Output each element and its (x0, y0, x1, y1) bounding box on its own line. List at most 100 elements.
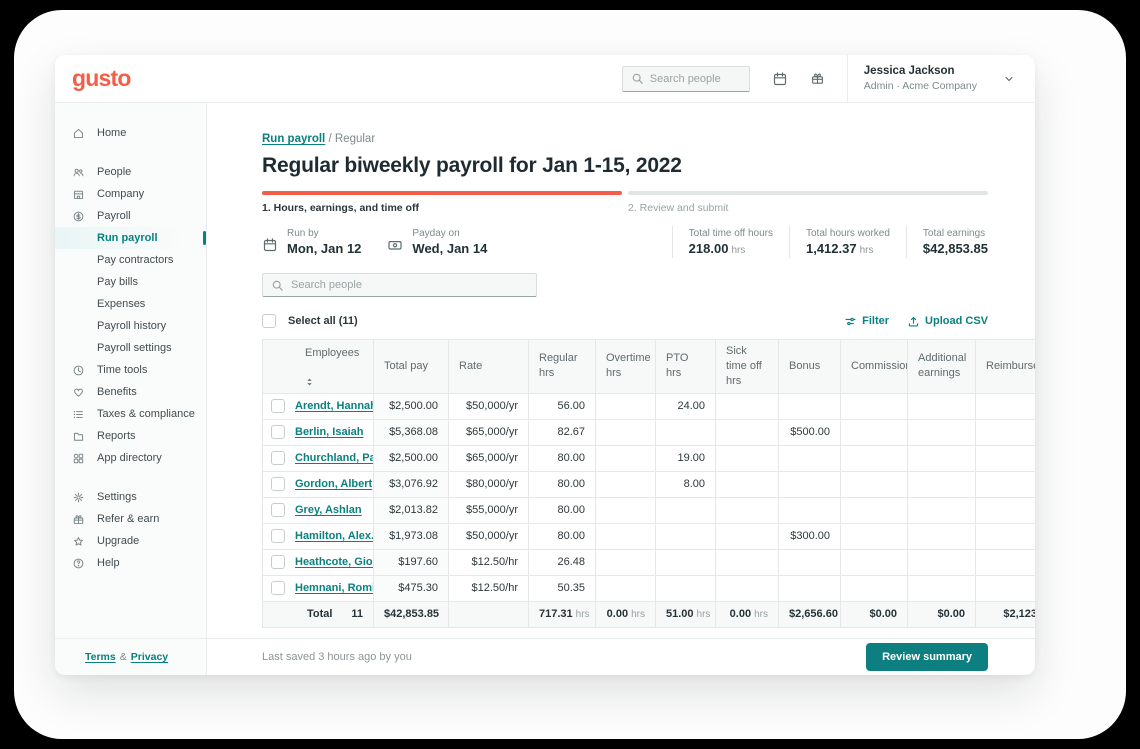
gift-icon[interactable] (810, 71, 825, 86)
sidebar: Home PeopleCompanyPayrollRun payrollPay c… (55, 103, 207, 638)
table-cell (908, 575, 976, 601)
column-header-bonus: Bonus (779, 340, 841, 394)
total-value: $2,656.60 (789, 608, 838, 620)
sidebar-item-label: Time tools (97, 364, 147, 376)
run-by-label: Run by (287, 228, 361, 239)
employee-link[interactable]: Arendt, Hannah (295, 400, 374, 412)
table-cell (716, 419, 779, 445)
table-cell: $12.50/hr (449, 575, 529, 601)
row-checkbox[interactable] (271, 581, 285, 595)
table-cell (596, 497, 656, 523)
table-header-row: EmployeesTotal payRateRegular hrsOvertim… (263, 340, 1036, 394)
table-cell (596, 471, 656, 497)
total-cell: $0.00 (841, 601, 908, 627)
sidebar-item-app-directory[interactable]: App directory (55, 447, 206, 469)
sidebar-item-benefits[interactable]: Benefits (55, 381, 206, 403)
employee-cell: Churchland, Pa... (263, 445, 374, 471)
sidebar-item-label: Home (97, 127, 126, 139)
table-row: Churchland, Pa...$2,500.00$65,000/yr80.0… (263, 445, 1036, 471)
row-checkbox[interactable] (271, 555, 285, 569)
table-total-row: Total11$42,853.85717.31hrs0.00hrs51.00hr… (263, 601, 1036, 627)
column-header-employees[interactable]: Employees (263, 340, 374, 394)
select-all-checkbox[interactable] (262, 314, 276, 328)
sidebar-item-help[interactable]: Help (55, 552, 206, 574)
table-cell: 19.00 (656, 445, 716, 471)
reports-icon (72, 429, 85, 444)
people-search[interactable] (262, 273, 537, 297)
column-header-label: Employees (305, 347, 359, 359)
sidebar-item-label: App directory (97, 452, 162, 464)
sidebar-item-upgrade[interactable]: Upgrade (55, 530, 206, 552)
sort-icon[interactable] (305, 377, 363, 387)
sidebar-item-pay-bills[interactable]: Pay bills (55, 271, 206, 293)
sidebar-item-expenses[interactable]: Expenses (55, 293, 206, 315)
sidebar-item-label: Help (97, 557, 120, 569)
filter-button[interactable]: Filter (844, 315, 889, 328)
sidebar-item-taxes-compliance[interactable]: Taxes & compliance (55, 403, 206, 425)
upload-csv-button[interactable]: Upload CSV (907, 315, 988, 328)
table-row: Hamilton, Alex...$1,973.08$50,000/yr80.0… (263, 523, 1036, 549)
employee-link[interactable]: Berlin, Isaiah (295, 426, 363, 438)
row-checkbox[interactable] (271, 477, 285, 491)
sidebar-item-reports[interactable]: Reports (55, 425, 206, 447)
row-checkbox[interactable] (271, 529, 285, 543)
global-search[interactable] (622, 66, 750, 92)
column-header-label: Bonus (789, 360, 820, 372)
sidebar-item-people[interactable]: People (55, 161, 206, 183)
total-cell: $42,853.85 (374, 601, 449, 627)
total-cell: $0.00 (908, 601, 976, 627)
calendar-icon[interactable] (772, 71, 788, 87)
employee-link[interactable]: Hemnani, Romil (295, 582, 374, 594)
row-checkbox[interactable] (271, 451, 285, 465)
column-header-commission: Commission (841, 340, 908, 394)
total-cell: $2,656.60 (779, 601, 841, 627)
stat-label: Total time off hours (689, 228, 773, 239)
terms-link[interactable]: Terms (85, 651, 116, 663)
sidebar-item-label: Reports (97, 430, 136, 442)
sidebar-item-company[interactable]: Company (55, 183, 206, 205)
table-cell: $475.30 (374, 575, 449, 601)
row-checkbox[interactable] (271, 399, 285, 413)
table-cell: 56.00 (529, 393, 596, 419)
stat-value: 218.00hrs (689, 241, 773, 256)
stat-block-2: Total earnings$42,853.85 (906, 226, 988, 258)
employee-link[interactable]: Hamilton, Alex... (295, 530, 374, 542)
table-cell (779, 549, 841, 575)
run-by-value: Mon, Jan 12 (287, 241, 361, 256)
sidebar-item-run-payroll[interactable]: Run payroll (55, 227, 206, 249)
sidebar-item-payroll-history[interactable]: Payroll history (55, 315, 206, 337)
total-cell (449, 601, 529, 627)
employee-link[interactable]: Grey, Ashlan (295, 504, 362, 516)
sidebar-item-time-tools[interactable]: Time tools (55, 359, 206, 381)
total-cell: 717.31hrs (529, 601, 596, 627)
sidebar-item-settings[interactable]: Settings (55, 486, 206, 508)
employee-link[interactable]: Churchland, Pa... (295, 452, 374, 464)
employee-link[interactable]: Gordon, Albert (295, 478, 372, 490)
table-cell: 80.00 (529, 523, 596, 549)
row-checkbox[interactable] (271, 503, 285, 517)
employee-cell: Heathcote, Gio... (263, 549, 374, 575)
sidebar-item-refer-earn[interactable]: Refer & earn (55, 508, 206, 530)
row-checkbox[interactable] (271, 425, 285, 439)
employee-link[interactable]: Heathcote, Gio... (295, 556, 374, 568)
global-search-input[interactable] (650, 73, 741, 85)
sidebar-item-payroll[interactable]: Payroll (55, 205, 206, 227)
review-summary-button[interactable]: Review summary (866, 643, 988, 671)
table-cell (908, 471, 976, 497)
column-header-label: Overtime hrs (606, 352, 651, 379)
table-cell (976, 497, 1036, 523)
table-cell (716, 575, 779, 601)
sidebar-item-label: Taxes & compliance (97, 408, 195, 420)
people-search-input[interactable] (291, 279, 528, 291)
table-cell (908, 419, 976, 445)
privacy-link[interactable]: Privacy (131, 651, 168, 663)
breadcrumb-run-payroll-link[interactable]: Run payroll (262, 133, 325, 145)
table-row: Berlin, Isaiah$5,368.08$65,000/yr82.67$5… (263, 419, 1036, 445)
sidebar-item-home[interactable]: Home (55, 122, 206, 144)
sidebar-item-pay-contractors[interactable]: Pay contractors (55, 249, 206, 271)
last-saved-text: Last saved 3 hours ago by you (262, 651, 412, 663)
user-menu[interactable]: Jessica Jackson Admin · Acme Company (848, 63, 1035, 93)
sidebar-item-payroll-settings[interactable]: Payroll settings (55, 337, 206, 359)
table-cell: $2,500.00 (374, 445, 449, 471)
payroll-table: EmployeesTotal payRateRegular hrsOvertim… (262, 339, 1035, 628)
